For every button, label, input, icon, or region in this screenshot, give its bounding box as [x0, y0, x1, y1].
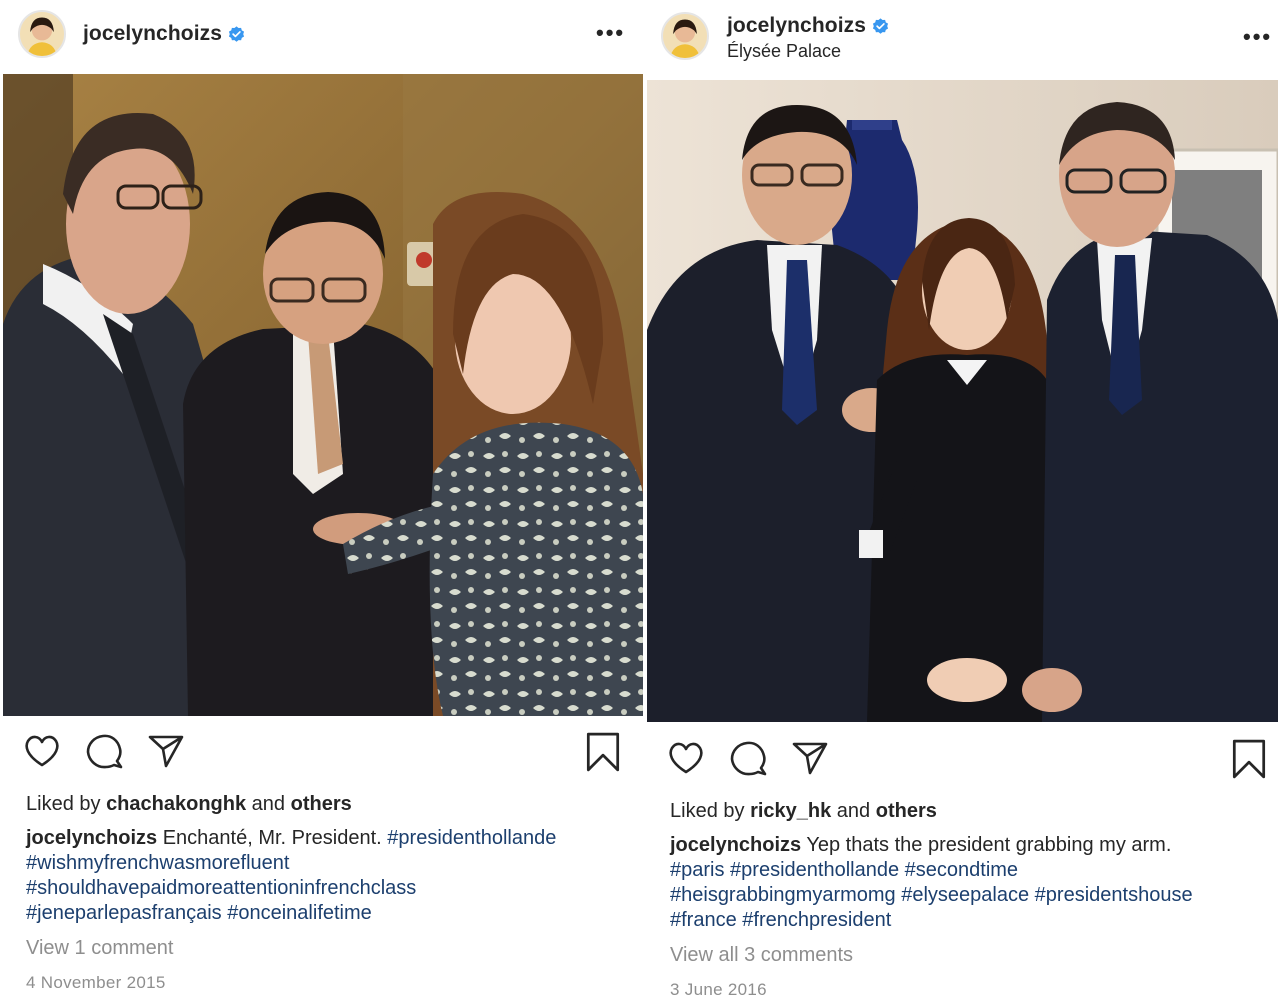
hashtag[interactable]: #france [670, 909, 737, 931]
hashtag[interactable]: #heisgrabbingmyarmomg [670, 884, 896, 906]
hashtag[interactable]: #jeneparlepasfrançais [26, 902, 222, 924]
post-photo[interactable] [647, 80, 1278, 722]
liked-by-others[interactable]: others [876, 800, 937, 822]
hashtag[interactable]: #presidenthollande [387, 827, 556, 849]
liked-by-user[interactable]: ricky_hk [750, 800, 831, 822]
liked-by-and: and [251, 793, 286, 815]
bookmark-icon[interactable] [1228, 738, 1270, 780]
hashtag[interactable]: #elyseepalace [901, 884, 1029, 906]
share-icon[interactable] [146, 731, 186, 771]
heart-icon[interactable] [666, 738, 706, 778]
caption-text: Enchanté, Mr. President. [162, 827, 382, 849]
post-date: 3 June 2016 [670, 980, 767, 999]
heart-icon[interactable] [22, 731, 62, 771]
post-right: jocelynchoizs Élysée Palace ••• Liked by… [645, 0, 1280, 1003]
hashtag[interactable]: #shouldhavepaidmoreattentioninfrenchclas… [26, 877, 416, 899]
liked-by-user[interactable]: chachakonghk [106, 793, 246, 815]
liked-by-and: and [836, 800, 871, 822]
liked-by-prefix: Liked by [26, 793, 101, 815]
more-options-icon[interactable]: ••• [1243, 24, 1272, 50]
caption-username[interactable]: jocelynchoizs [670, 834, 801, 856]
hashtag[interactable]: #frenchpresident [742, 909, 891, 931]
hashtag[interactable]: #presidentshouse [1035, 884, 1193, 906]
post-header: jocelynchoizs Élysée Palace ••• [645, 0, 1280, 74]
hashtag[interactable]: #onceinalifetime [227, 902, 372, 924]
likes-line: Liked by chachakonghk and others [26, 793, 352, 816]
post-photo[interactable] [3, 74, 643, 716]
action-bar [0, 731, 645, 775]
hashtag[interactable]: #presidenthollande [730, 859, 899, 881]
post-date: 4 November 2015 [26, 973, 166, 992]
liked-by-prefix: Liked by [670, 800, 745, 822]
username[interactable]: jocelynchoizs [727, 14, 866, 38]
verified-badge-icon [228, 25, 245, 43]
hashtag[interactable]: #paris [670, 859, 724, 881]
caption: jocelynchoizs Yep thats the president gr… [670, 833, 1270, 933]
post-left: jocelynchoizs ••• Liked by chachakonghk … [0, 0, 645, 1003]
caption-text: Yep thats the president grabbing my arm. [806, 834, 1172, 856]
caption: jocelynchoizs Enchanté, Mr. President. #… [26, 826, 636, 926]
post-header: jocelynchoizs ••• [0, 0, 645, 74]
caption-username[interactable]: jocelynchoizs [26, 827, 157, 849]
avatar[interactable] [661, 12, 709, 60]
liked-by-others[interactable]: others [291, 793, 352, 815]
comment-icon[interactable] [728, 738, 768, 778]
view-comments-link[interactable]: View 1 comment [26, 937, 173, 960]
username[interactable]: jocelynchoizs [83, 22, 222, 46]
verified-badge-icon [872, 17, 889, 35]
comment-icon[interactable] [84, 731, 124, 771]
location-link[interactable]: Élysée Palace [727, 41, 841, 62]
likes-line: Liked by ricky_hk and others [670, 800, 937, 823]
action-bar [645, 738, 1280, 782]
hashtag[interactable]: #secondtime [905, 859, 1018, 881]
bookmark-icon[interactable] [582, 731, 624, 773]
avatar[interactable] [18, 10, 66, 58]
hashtag[interactable]: #wishmyfrenchwasmorefluent [26, 852, 289, 874]
share-icon[interactable] [790, 738, 830, 778]
more-options-icon[interactable]: ••• [596, 20, 625, 46]
view-comments-link[interactable]: View all 3 comments [670, 944, 853, 967]
